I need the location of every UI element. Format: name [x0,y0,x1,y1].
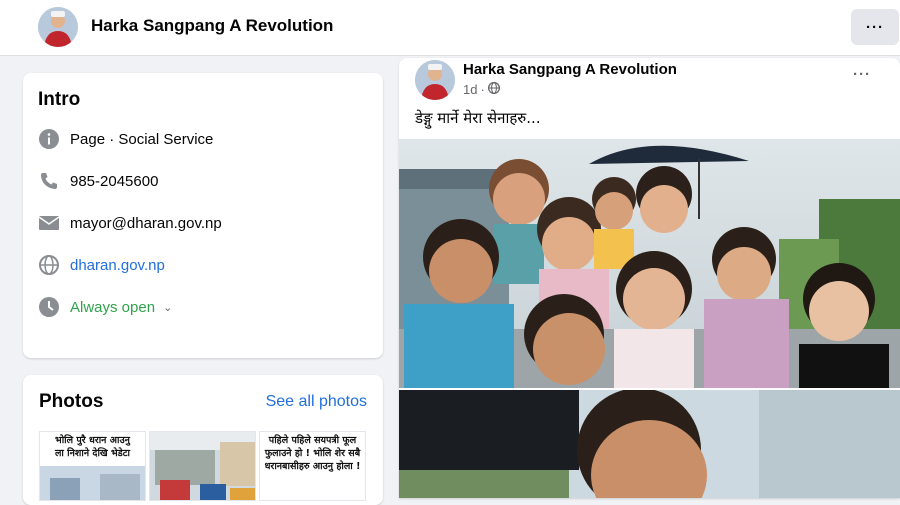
post-author-avatar[interactable] [415,60,455,100]
page-header: Harka Sangpang A Revolution ··· [0,0,900,56]
mail-icon [38,212,60,234]
post-caption: डेङ्गु मार्ने मेरा सेनाहरु... [415,109,541,127]
intro-row-phone: 985-2045600 [38,169,158,193]
info-icon [38,128,60,150]
post-author-name[interactable]: Harka Sangpang A Revolution [463,61,677,78]
meta-separator: · [480,82,485,97]
intro-heading: Intro [38,89,81,110]
intro-row-website: dharan.gov.np [38,253,165,277]
hours-text[interactable]: Always open [70,299,155,316]
photo-thumbnail-image [150,432,255,500]
chevron-down-icon[interactable]: ⌄ [163,301,172,314]
see-all-photos-link[interactable]: See all photos [266,393,367,411]
post-photo[interactable] [399,390,900,498]
photo-thumbnail[interactable]: भोलि पुरै धरान आउनु ला निशाने देखि भेडेट… [39,431,146,501]
globe-icon [38,254,60,276]
website-link[interactable]: dharan.gov.np [70,257,165,274]
photo-thumbnail[interactable] [149,431,256,501]
phone-icon [38,170,60,192]
intro-row-email: mayor@dharan.gov.np [38,211,222,235]
globe-icon [487,81,500,97]
photo-thumbnail-caption: पहिले पहिले सयपत्री फूल फुलाउने हो ! भोल… [264,435,361,472]
photos-card: Photos See all photos भोलि पुरै धरान आउन… [23,375,383,505]
post-meta: 1d · [463,81,500,97]
intro-card: Intro Page · Social Service 985-2045600 … [23,73,383,358]
photo-thumbnail[interactable]: पहिले पहिले सयपत्री फूल फुलाउने हो ! भोल… [259,431,366,501]
photo-thumbnail-image [40,466,145,500]
clock-icon [38,296,60,318]
more-icon: ··· [866,18,884,36]
intro-row-hours[interactable]: Always open ⌄ [38,295,172,319]
post-more-icon[interactable]: ··· [853,66,871,83]
post-photo[interactable] [399,139,900,388]
page-title[interactable]: Harka Sangpang A Revolution [91,16,333,36]
photo-thumbnail-caption: भोलि पुरै धरान आउनु ला निशाने देखि भेडेट… [54,435,131,459]
intro-email-text[interactable]: mayor@dharan.gov.np [70,215,222,232]
post-timestamp[interactable]: 1d [463,82,477,97]
page-avatar[interactable] [38,7,78,47]
intro-row-category: Page · Social Service [38,127,213,151]
intro-category-text: Page · Social Service [70,130,214,148]
post-card: Harka Sangpang A Revolution 1d · ··· डेङ… [399,58,900,498]
photos-heading: Photos [39,391,104,412]
more-options-button[interactable]: ··· [851,9,899,45]
intro-phone-text: 985-2045600 [70,172,159,190]
